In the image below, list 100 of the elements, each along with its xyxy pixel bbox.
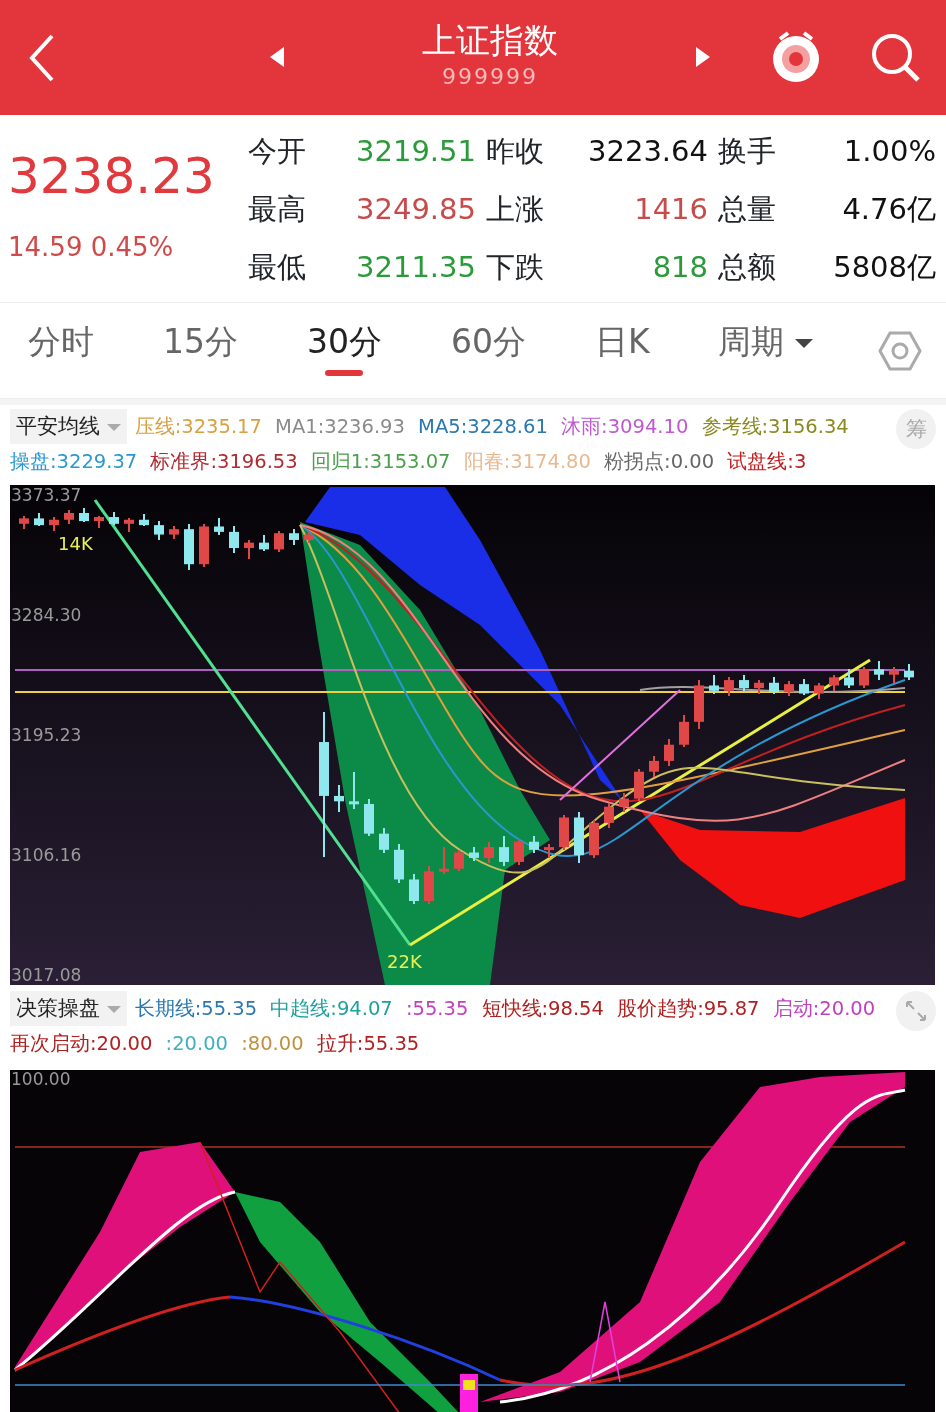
indicator-label: 中趋线: xyxy=(270,997,337,1020)
stat-value: 4.76亿 xyxy=(841,190,937,228)
candle xyxy=(544,843,554,859)
candle xyxy=(859,666,869,689)
previous-icon[interactable] xyxy=(270,47,284,68)
candle xyxy=(889,666,899,684)
candle xyxy=(874,660,884,681)
indicator-value: 3196.53 xyxy=(217,450,298,473)
indicator-value: 98.54 xyxy=(548,997,604,1020)
indicator-label: 沐雨: xyxy=(561,415,608,438)
candle xyxy=(844,668,854,689)
candle xyxy=(574,811,584,864)
stat-label: 总量 xyxy=(718,190,777,228)
candle xyxy=(784,680,794,697)
price-change: 14.59 0.45% xyxy=(8,230,175,264)
indicator-label: 回归1: xyxy=(310,450,370,473)
indicator-value: 94.07 xyxy=(336,997,393,1020)
period-tab[interactable]: 日K xyxy=(590,316,654,385)
indicator-label: : xyxy=(405,997,413,1020)
indicator-label: 参考线: xyxy=(701,415,769,438)
candle xyxy=(664,738,674,767)
candle xyxy=(94,515,104,529)
candle xyxy=(139,513,149,527)
indicator-value: 20.00 xyxy=(172,1032,228,1055)
candle xyxy=(499,835,509,867)
stat-value: 3249.85 xyxy=(355,190,477,228)
candle xyxy=(649,755,659,778)
search-icon[interactable] xyxy=(870,31,922,84)
indicator-label: 启动: xyxy=(772,997,820,1020)
stat-value: 1.00% xyxy=(842,132,937,170)
indicator-value: 3235.17 xyxy=(181,415,262,438)
caret-icon xyxy=(106,1004,121,1014)
indicator-value: 55.35 xyxy=(363,1032,420,1055)
stat-label: 下跌 xyxy=(486,248,545,286)
period-tab[interactable]: 60分 xyxy=(446,316,530,385)
indicator-label: 拉升: xyxy=(316,1032,364,1055)
indicator-value: 20.00 xyxy=(819,997,876,1020)
next-icon[interactable] xyxy=(696,47,710,68)
caret-icon xyxy=(106,422,121,432)
stat-label: 今开 xyxy=(248,132,307,170)
candle xyxy=(484,841,494,864)
candle xyxy=(799,678,809,696)
indicator-axis-label: 100.00 xyxy=(11,1070,71,1089)
stat-label: 最低 xyxy=(248,248,307,286)
indicator-value: 0.00 xyxy=(670,450,715,473)
indicator-label: MA5: xyxy=(418,415,468,438)
period-tab[interactable]: 30分 xyxy=(302,316,386,385)
candle xyxy=(739,674,749,692)
candle xyxy=(79,507,89,523)
current-price: 3238.23 xyxy=(8,150,216,201)
expand-icon[interactable] xyxy=(896,991,936,1031)
period-tab[interactable]: 周期 xyxy=(714,316,817,385)
candle xyxy=(109,511,119,526)
candle xyxy=(259,534,269,552)
indicator-value: 3228.61 xyxy=(467,415,548,438)
period-tab[interactable]: 15分 xyxy=(158,316,242,385)
indicator-value: 3229.37 xyxy=(56,450,138,473)
candle xyxy=(904,663,914,681)
candle xyxy=(754,679,764,695)
candle xyxy=(679,714,689,748)
indicator-value: 55.35 xyxy=(201,997,258,1020)
candle xyxy=(394,843,404,884)
candle xyxy=(334,784,344,813)
indicator-value: 3236.93 xyxy=(324,415,405,438)
candle xyxy=(514,838,524,866)
stat-label: 换手 xyxy=(718,132,777,170)
indicator-label: 股价趋势: xyxy=(617,997,704,1020)
indicator-value: 80.00 xyxy=(247,1032,304,1055)
candle xyxy=(409,873,419,905)
candle xyxy=(454,849,464,872)
stat-value: 1416 xyxy=(633,190,709,228)
period-tab[interactable]: 分时 xyxy=(24,316,98,385)
candle xyxy=(289,528,299,546)
candle xyxy=(214,517,224,536)
candle xyxy=(709,674,719,695)
candle xyxy=(304,531,314,544)
indicator-label: 阳春: xyxy=(463,450,511,473)
candle xyxy=(379,827,389,854)
candle xyxy=(199,523,209,568)
candle xyxy=(19,515,29,530)
indicator-label: 长期线: xyxy=(134,997,202,1020)
indicator-label: : xyxy=(241,1032,248,1055)
stat-value: 3211.35 xyxy=(355,248,477,286)
indicator-dropdown[interactable]: 平安均线 xyxy=(10,409,127,444)
candle xyxy=(49,516,59,532)
candle xyxy=(604,802,614,829)
stat-value: 3219.51 xyxy=(355,132,477,170)
candle xyxy=(529,835,539,854)
indicator-value: 3156.34 xyxy=(768,415,849,438)
stat-label: 上涨 xyxy=(486,190,545,228)
indicator-label: 短快线: xyxy=(481,997,549,1020)
indicator-value: 3153.07 xyxy=(369,450,451,473)
indicator-dropdown[interactable]: 决策操盘 xyxy=(10,991,127,1026)
indicator-label: 再次启动: xyxy=(10,1032,97,1055)
candle xyxy=(34,512,44,527)
stat-label: 昨收 xyxy=(486,132,545,170)
stat-value: 5808亿 xyxy=(832,248,937,286)
stock-code: 999999 xyxy=(442,62,538,91)
indicator-value: 3 xyxy=(793,450,807,473)
candle xyxy=(769,676,779,695)
